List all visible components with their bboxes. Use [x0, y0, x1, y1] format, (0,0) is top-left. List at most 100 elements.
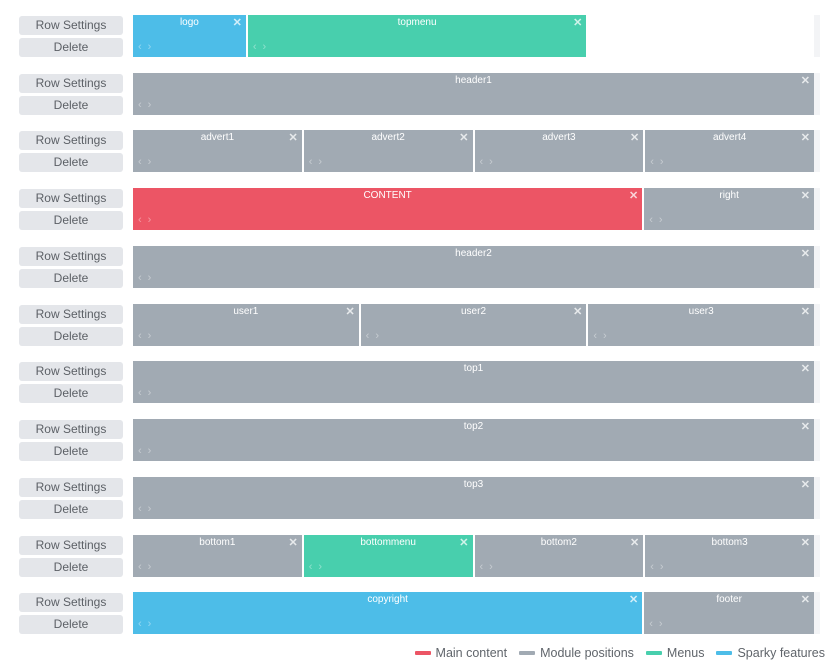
- module-block-bottom1[interactable]: bottom1 ✕ ‹›: [133, 535, 302, 577]
- close-icon[interactable]: ✕: [629, 189, 638, 202]
- delete-row-button[interactable]: Delete: [19, 558, 123, 577]
- chevron-left-icon[interactable]: ‹: [138, 503, 148, 515]
- module-block-right[interactable]: right ✕ ‹›: [644, 188, 814, 230]
- close-icon[interactable]: ✕: [801, 593, 810, 606]
- module-block-header1[interactable]: header1 ✕ ‹›: [133, 73, 814, 115]
- row-settings-button[interactable]: Row Settings: [19, 247, 123, 266]
- close-icon[interactable]: ✕: [801, 131, 810, 144]
- chevron-left-icon[interactable]: ‹: [253, 41, 263, 53]
- chevron-left-icon[interactable]: ‹: [138, 41, 148, 53]
- chevron-left-icon[interactable]: ‹: [138, 214, 148, 226]
- row-settings-button[interactable]: Row Settings: [19, 593, 123, 612]
- chevron-right-icon[interactable]: ›: [148, 503, 158, 515]
- module-block-topmenu[interactable]: topmenu ✕ ‹›: [247, 15, 587, 57]
- chevron-left-icon[interactable]: ‹: [138, 272, 148, 284]
- chevron-left-icon[interactable]: ‹: [138, 156, 148, 168]
- row-settings-button[interactable]: Row Settings: [19, 478, 123, 497]
- module-block-advert3[interactable]: advert3 ✕ ‹›: [474, 130, 644, 172]
- module-block-user2[interactable]: user2 ✕ ‹›: [360, 304, 587, 346]
- chevron-right-icon[interactable]: ›: [148, 561, 158, 573]
- delete-row-button[interactable]: Delete: [19, 153, 123, 172]
- delete-row-button[interactable]: Delete: [19, 327, 123, 346]
- chevron-left-icon[interactable]: ‹: [138, 99, 148, 111]
- chevron-right-icon[interactable]: ›: [660, 561, 670, 573]
- delete-row-button[interactable]: Delete: [19, 96, 123, 115]
- chevron-left-icon[interactable]: ‹: [366, 330, 376, 342]
- row-settings-button[interactable]: Row Settings: [19, 16, 123, 35]
- module-block-logo[interactable]: logo ✕ ‹›: [133, 15, 246, 57]
- chevron-right-icon[interactable]: ›: [148, 445, 158, 457]
- module-block-advert4[interactable]: advert4 ✕ ‹›: [645, 130, 814, 172]
- module-block-top1[interactable]: top1 ✕ ‹›: [133, 361, 814, 403]
- chevron-left-icon[interactable]: ‹: [480, 156, 490, 168]
- chevron-right-icon[interactable]: ›: [148, 41, 158, 53]
- chevron-left-icon[interactable]: ‹: [138, 618, 148, 630]
- close-icon[interactable]: ✕: [233, 16, 242, 29]
- chevron-left-icon[interactable]: ‹: [138, 561, 148, 573]
- row-settings-button[interactable]: Row Settings: [19, 420, 123, 439]
- module-block-header2[interactable]: header2 ✕ ‹›: [133, 246, 814, 288]
- close-icon[interactable]: ✕: [801, 420, 810, 433]
- chevron-right-icon[interactable]: ›: [603, 330, 613, 342]
- chevron-left-icon[interactable]: ‹: [309, 561, 319, 573]
- chevron-right-icon[interactable]: ›: [148, 330, 158, 342]
- chevron-left-icon[interactable]: ‹: [480, 561, 490, 573]
- chevron-right-icon[interactable]: ›: [489, 156, 499, 168]
- chevron-left-icon[interactable]: ‹: [593, 330, 603, 342]
- chevron-right-icon[interactable]: ›: [148, 156, 158, 168]
- close-icon[interactable]: ✕: [630, 536, 639, 549]
- module-block-bottommenu[interactable]: bottommenu ✕ ‹›: [303, 535, 473, 577]
- module-block-top2[interactable]: top2 ✕ ‹›: [133, 419, 814, 461]
- close-icon[interactable]: ✕: [801, 74, 810, 87]
- chevron-right-icon[interactable]: ›: [148, 272, 158, 284]
- delete-row-button[interactable]: Delete: [19, 384, 123, 403]
- close-icon[interactable]: ✕: [289, 536, 298, 549]
- chevron-right-icon[interactable]: ›: [148, 387, 158, 399]
- chevron-left-icon[interactable]: ‹: [649, 214, 659, 226]
- row-settings-button[interactable]: Row Settings: [19, 131, 123, 150]
- delete-row-button[interactable]: Delete: [19, 211, 123, 230]
- chevron-left-icon[interactable]: ‹: [138, 330, 148, 342]
- close-icon[interactable]: ✕: [345, 305, 354, 318]
- module-block-footer[interactable]: footer ✕ ‹›: [644, 592, 814, 634]
- chevron-right-icon[interactable]: ›: [659, 618, 669, 630]
- close-icon[interactable]: ✕: [459, 536, 468, 549]
- module-block-bottom3[interactable]: bottom3 ✕ ‹›: [645, 535, 814, 577]
- chevron-right-icon[interactable]: ›: [318, 561, 328, 573]
- close-icon[interactable]: ✕: [801, 189, 810, 202]
- delete-row-button[interactable]: Delete: [19, 615, 123, 634]
- close-icon[interactable]: ✕: [629, 593, 638, 606]
- chevron-left-icon[interactable]: ‹: [650, 156, 660, 168]
- close-icon[interactable]: ✕: [801, 362, 810, 375]
- chevron-left-icon[interactable]: ‹: [650, 561, 660, 573]
- module-block-advert2[interactable]: advert2 ✕ ‹›: [303, 130, 473, 172]
- close-icon[interactable]: ✕: [801, 305, 810, 318]
- close-icon[interactable]: ✕: [630, 131, 639, 144]
- module-block-bottom2[interactable]: bottom2 ✕ ‹›: [474, 535, 644, 577]
- module-block-top3[interactable]: top3 ✕ ‹›: [133, 477, 814, 519]
- chevron-right-icon[interactable]: ›: [263, 41, 273, 53]
- chevron-right-icon[interactable]: ›: [148, 214, 158, 226]
- chevron-left-icon[interactable]: ‹: [138, 387, 148, 399]
- chevron-left-icon[interactable]: ‹: [649, 618, 659, 630]
- chevron-right-icon[interactable]: ›: [659, 214, 669, 226]
- delete-row-button[interactable]: Delete: [19, 500, 123, 519]
- module-block-advert1[interactable]: advert1 ✕ ‹›: [133, 130, 302, 172]
- chevron-right-icon[interactable]: ›: [148, 99, 158, 111]
- close-icon[interactable]: ✕: [573, 16, 582, 29]
- delete-row-button[interactable]: Delete: [19, 38, 123, 57]
- close-icon[interactable]: ✕: [801, 478, 810, 491]
- module-block-content[interactable]: CONTENT ✕ ‹›: [133, 188, 643, 230]
- chevron-right-icon[interactable]: ›: [148, 618, 158, 630]
- close-icon[interactable]: ✕: [289, 131, 298, 144]
- chevron-left-icon[interactable]: ‹: [138, 445, 148, 457]
- chevron-right-icon[interactable]: ›: [489, 561, 499, 573]
- module-block-user3[interactable]: user3 ✕ ‹›: [588, 304, 815, 346]
- row-settings-button[interactable]: Row Settings: [19, 536, 123, 555]
- close-icon[interactable]: ✕: [801, 247, 810, 260]
- close-icon[interactable]: ✕: [573, 305, 582, 318]
- module-block-copyright[interactable]: copyright ✕ ‹›: [133, 592, 643, 634]
- row-settings-button[interactable]: Row Settings: [19, 362, 123, 381]
- close-icon[interactable]: ✕: [801, 536, 810, 549]
- row-settings-button[interactable]: Row Settings: [19, 189, 123, 208]
